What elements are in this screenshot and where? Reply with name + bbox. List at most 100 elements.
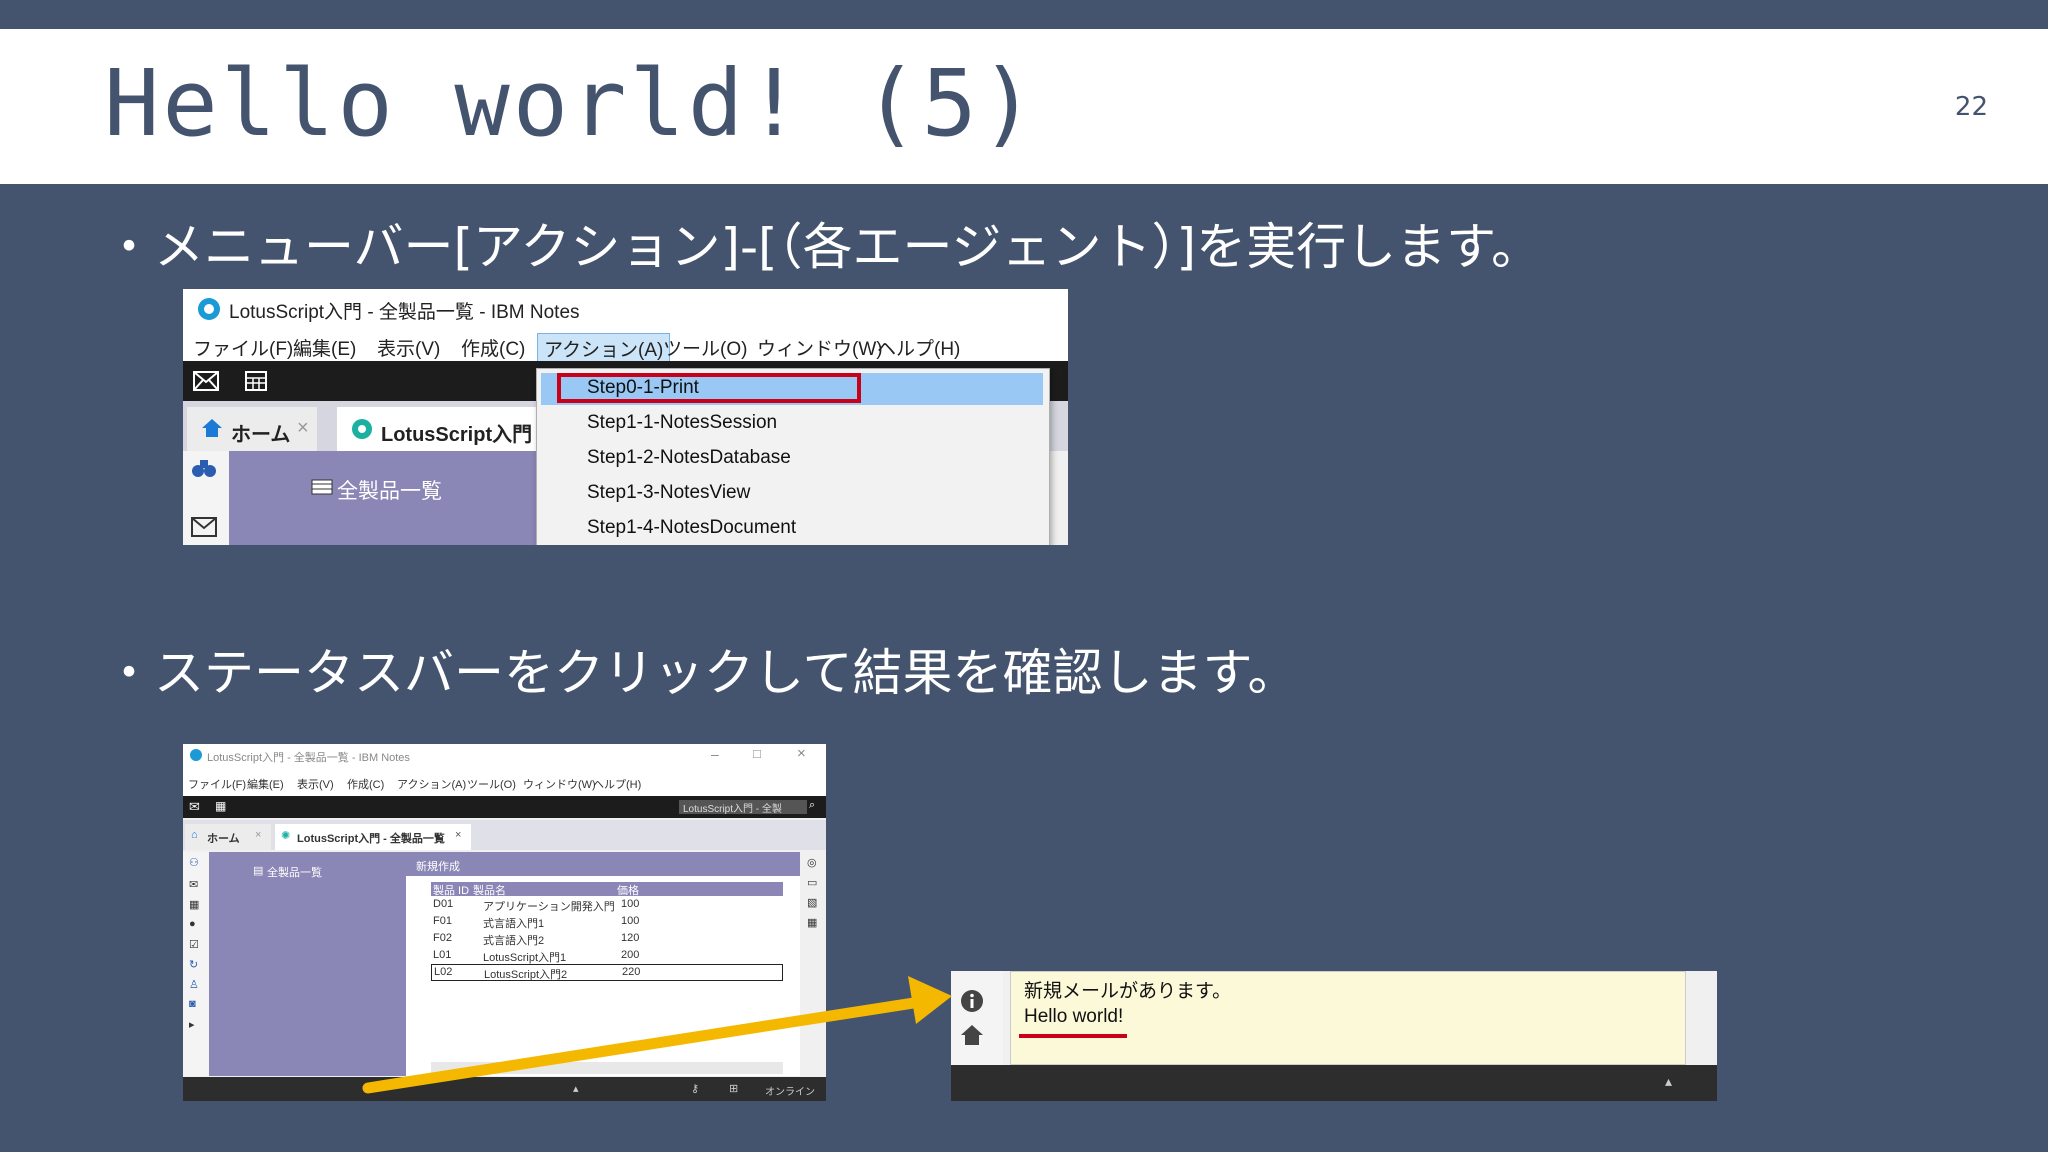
menu-help[interactable]: ヘルプ(H) <box>871 333 966 362</box>
close-icon[interactable]: × <box>797 745 806 762</box>
toolbar: ✉ ▦ LotusScript入門 - 全製 ⌕ <box>183 796 826 818</box>
menu-view[interactable]: 表示(V) <box>371 333 446 362</box>
status-online[interactable]: オンライン <box>765 1083 815 1098</box>
table-row[interactable]: F02 式言語入門2 120 <box>431 930 783 947</box>
window-title: LotusScript入門 - 全製品一覧 - IBM Notes <box>229 302 580 323</box>
search-icon[interactable]: ◎ <box>807 856 817 869</box>
view-rows: D01 アプリケーション開発入門 100 F01 式言語入門1 100 F02 … <box>431 896 783 982</box>
menu-action[interactable]: アクション(A) <box>537 333 671 364</box>
nav-view-label[interactable]: 全製品一覧 <box>337 475 442 505</box>
tab-bar: ⌂ ホーム × ✺ LotusScript入門 - 全製品一覧 × <box>183 820 826 850</box>
search-icon[interactable]: ⌕ <box>809 799 815 812</box>
screenshot-action-menu: LotusScript入門 - 全製品一覧 - IBM Notes ファイル(F… <box>183 289 1068 545</box>
table-row-selected[interactable]: L02 LotusScript入門2 220 <box>431 964 783 981</box>
menu-item-step0-1-print[interactable]: Step0-1-Print <box>587 377 699 399</box>
menu-item-step1-3[interactable]: Step1-3-NotesView <box>587 482 750 504</box>
menu-bar: ファイル(F) 編集(E) 表示(V) 作成(C) アクション(A) ツール(O… <box>183 768 826 796</box>
feeds-icon[interactable]: ◙ <box>189 998 196 1010</box>
menu-view[interactable]: 表示(V) <box>297 776 334 792</box>
calendar-icon[interactable] <box>245 371 267 391</box>
new-button[interactable]: 新規作成 <box>416 858 460 874</box>
tab-home[interactable]: ホーム × <box>187 407 317 451</box>
binoculars-icon[interactable] <box>191 457 217 479</box>
left-icon-bar: ⚇ ✉ ▦ ● ☑ ↻ ♙ ◙ ▸ <box>183 852 209 1076</box>
menu-edit[interactable]: 編集(E) <box>247 776 284 792</box>
screenshot-notes-window: LotusScript入門 - 全製品一覧 - IBM Notes – □ × … <box>183 744 826 1101</box>
action-dropdown-menu: Step0-1-Print Step1-1-NotesSession Step1… <box>536 368 1050 545</box>
home-icon <box>961 1025 983 1045</box>
sametime-icon[interactable]: ♙ <box>189 978 199 991</box>
calendar-icon[interactable]: ▦ <box>807 916 817 929</box>
horizontal-scrollbar[interactable] <box>431 1062 783 1074</box>
menu-tools[interactable]: ツール(O) <box>467 776 516 792</box>
mail-icon[interactable] <box>191 517 217 537</box>
navigator-pane: ▤ 全製品一覧 <box>209 852 406 1076</box>
left-icon-bar <box>183 451 229 545</box>
nav-view-label[interactable]: 全製品一覧 <box>267 864 322 880</box>
close-icon[interactable]: × <box>255 829 261 841</box>
tab-lotusscript[interactable]: ✺ LotusScript入門 - 全製品一覧 × <box>275 824 471 850</box>
chevron-up-icon[interactable]: ▴ <box>573 1082 579 1095</box>
menu-item-step1-1[interactable]: Step1-1-NotesSession <box>587 412 777 434</box>
briefcase-icon[interactable]: ▭ <box>807 876 817 889</box>
status-message-new-mail: 新規メールがあります。 <box>1024 981 1232 1002</box>
tab-lotusscript-label: LotusScript入門 <box>381 424 533 446</box>
home-icon: ⌂ <box>191 829 198 841</box>
contacts-icon[interactable]: ● <box>189 918 196 930</box>
minimize-icon[interactable]: – <box>711 746 719 762</box>
window-title: LotusScript入門 - 全製品一覧 - IBM Notes <box>207 752 410 764</box>
status-bar[interactable]: ▴ <box>951 1065 1717 1101</box>
replication-icon[interactable]: ↻ <box>189 958 198 971</box>
table-row[interactable]: L01 LotusScript入門1 200 <box>431 947 783 964</box>
todo-icon[interactable]: ☑ <box>189 938 199 951</box>
tab-lotusscript[interactable]: LotusScript入門 <box>337 407 557 451</box>
menu-file[interactable]: ファイル(F) <box>188 776 246 792</box>
calendar-icon[interactable]: ▦ <box>215 799 226 813</box>
tab-home-label: ホーム <box>231 424 291 446</box>
feed-icon[interactable]: ▧ <box>807 896 817 909</box>
notes-logo-icon: ✺ <box>281 830 291 842</box>
screenshot-status-messages: 新規メールがあります。 Hello world! ▴ <box>951 971 1717 1101</box>
search-input[interactable]: LotusScript入門 - 全製 <box>679 800 807 815</box>
maximize-icon[interactable]: □ <box>753 746 761 761</box>
mail-icon[interactable]: ✉ <box>189 878 198 891</box>
column-header: 製品 ID 製品名 価格 <box>431 882 783 897</box>
notes-logo-icon <box>352 419 372 439</box>
status-bar[interactable]: ▴ ⚷ ⊞ オンライン <box>183 1077 826 1101</box>
network-icon[interactable]: ⊞ <box>729 1082 738 1095</box>
status-icon-column <box>951 971 1003 1065</box>
open-list-icon[interactable]: ▸ <box>189 1018 195 1031</box>
page-number: 22 <box>1954 92 1988 122</box>
binoculars-icon[interactable]: ⚇ <box>189 856 199 869</box>
key-icon[interactable]: ⚷ <box>691 1082 699 1095</box>
menu-tools[interactable]: ツール(O) <box>657 333 753 362</box>
bullet-status-bar: ・ステータスバーをクリックして結果を確認します。 <box>104 644 1298 702</box>
menu-item-step1-4[interactable]: Step1-4-NotesDocument <box>587 517 796 539</box>
close-icon[interactable]: × <box>455 829 461 841</box>
menu-window[interactable]: ウィンドウ(W) <box>523 776 596 792</box>
table-row[interactable]: D01 アプリケーション開発入門 100 <box>431 896 783 913</box>
window-titlebar: LotusScript入門 - 全製品一覧 - IBM Notes – □ × <box>183 744 826 768</box>
chevron-up-icon[interactable]: ▴ <box>1665 1073 1672 1090</box>
menu-create[interactable]: 作成(C) <box>347 776 384 792</box>
bullet-menu-action: ・メニューバー[アクション]-[（各エージェント）]を実行します。 <box>104 218 1542 276</box>
mail-icon[interactable]: ✉ <box>189 799 200 815</box>
menu-item-step1-2[interactable]: Step1-2-NotesDatabase <box>587 447 791 469</box>
menu-help[interactable]: ヘルプ(H) <box>593 776 641 792</box>
mail-icon[interactable] <box>193 371 219 391</box>
view-icon: ▤ <box>253 865 264 877</box>
notes-logo-icon <box>190 749 202 761</box>
menu-bar: ファイル(F) 編集(E) 表示(V) 作成(C) アクション(A) ツール(O… <box>183 329 1068 364</box>
menu-window[interactable]: ウィンドウ(W) <box>751 333 889 362</box>
table-row[interactable]: F01 式言語入門1 100 <box>431 913 783 930</box>
menu-file[interactable]: ファイル(F) <box>187 333 299 362</box>
menu-edit[interactable]: 編集(E) <box>287 333 362 362</box>
right-icon-bar: ◎ ▭ ▧ ▦ <box>800 852 826 1076</box>
status-message-hello-world: Hello world! <box>1024 1006 1124 1027</box>
slide-title: Hello world! (5) <box>104 50 1039 157</box>
calendar-icon[interactable]: ▦ <box>189 898 199 911</box>
menu-action[interactable]: アクション(A) <box>397 776 466 792</box>
tab-home[interactable]: ⌂ ホーム × <box>185 824 271 850</box>
close-icon[interactable]: × <box>297 417 309 440</box>
menu-create[interactable]: 作成(C) <box>455 333 531 362</box>
